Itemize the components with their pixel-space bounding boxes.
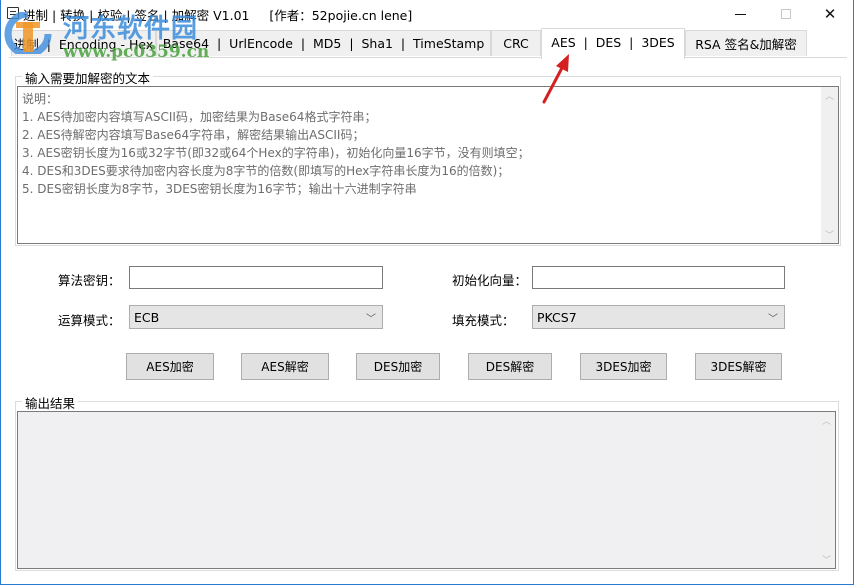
scroll-up-icon[interactable]: ︿ — [821, 87, 838, 104]
tab-encoding-hex[interactable]: 进制 | Encoding - Hex — [11, 30, 156, 56]
key-label: 算法密钥： — [58, 273, 121, 288]
padding-select-value: PKCS7 — [537, 309, 577, 325]
button-label: 3DES加密 — [595, 360, 652, 374]
input-group-legend: 输入需要加解密的文本 — [22, 68, 154, 87]
3des-decrypt-button[interactable]: 3DES解密 — [695, 353, 782, 380]
tab-bar: 进制 | Encoding - Hex Base64 | UrlEncode |… — [9, 28, 847, 59]
tab-label: RSA 签名&加解密 — [695, 37, 797, 52]
input-text-line: 5. DES密钥长度为8字节，3DES密钥长度为16字节；输出十六进制字符串 — [22, 182, 417, 196]
mode-select-value: ECB — [134, 309, 160, 325]
input-text-line: 2. AES待解密内容填写Base64字符串，解密结果输出ASCII码； — [22, 128, 365, 142]
button-label: AES解密 — [261, 360, 309, 374]
tab-label: Base64 | UrlEncode | MD5 | Sha1 | TimeSt… — [162, 36, 485, 51]
app-icon — [7, 7, 19, 19]
aes-decrypt-button[interactable]: AES解密 — [241, 353, 329, 380]
button-label: DES加密 — [373, 360, 423, 374]
des-encrypt-button[interactable]: DES加密 — [356, 353, 440, 380]
annotation-arrow-icon — [542, 54, 569, 104]
app-window: 进制 | 转换 | 校验 | 签名 | 加解密 V1.01 [作者：52poji… — [0, 0, 854, 585]
minimize-button[interactable] — [717, 0, 763, 28]
chevron-down-icon: ﹀ — [768, 314, 778, 325]
button-label: DES解密 — [485, 360, 535, 374]
mode-label: 运算模式： — [58, 313, 121, 328]
chevron-down-icon: ﹀ — [366, 314, 376, 325]
key-input[interactable] — [129, 266, 383, 289]
iv-input[interactable] — [532, 266, 785, 289]
scroll-up-icon[interactable]: ︿ — [818, 412, 835, 429]
input-text-line: 4. DES和3DES要求待加密内容长度为8字节的倍数(即填写的Hex字符串长度… — [22, 164, 510, 178]
output-textarea[interactable]: ︿ ﹀ — [17, 411, 836, 569]
des-decrypt-button[interactable]: DES解密 — [468, 353, 552, 380]
tab-label: CRC — [503, 36, 529, 51]
input-textarea[interactable]: 说明： 1. AES待加密内容填写ASCII码，加密结果为Base64格式字符串；… — [17, 86, 839, 244]
tab-label: AES | DES | 3DES — [551, 34, 675, 50]
tab-label: 进制 | Encoding - Hex — [13, 37, 154, 52]
scroll-down-icon[interactable]: ﹀ — [818, 551, 835, 568]
maximize-button[interactable] — [763, 0, 809, 28]
minimize-icon — [734, 13, 746, 15]
input-text-line: 3. AES密钥长度为16或32字节(即32或64个Hex的字符串)，初始化向量… — [22, 146, 530, 160]
input-text-content: 说明： 1. AES待加密内容填写ASCII码，加密结果为Base64格式字符串；… — [22, 90, 818, 198]
mode-select[interactable]: ECB ﹀ — [129, 305, 383, 329]
button-label: 3DES解密 — [710, 360, 767, 374]
scroll-down-icon[interactable]: ﹀ — [821, 226, 838, 243]
maximize-icon — [781, 9, 791, 19]
aes-encrypt-button[interactable]: AES加密 — [126, 353, 214, 380]
close-button[interactable]: ✕ — [807, 0, 853, 28]
button-label: AES加密 — [146, 360, 194, 374]
window-title: 进制 | 转换 | 校验 | 签名 | 加解密 V1.01 [作者：52poji… — [23, 8, 413, 23]
tab-crc[interactable]: CRC — [491, 30, 541, 56]
tab-base64-urlencode-md5-sha1-timestamp[interactable]: Base64 | UrlEncode | MD5 | Sha1 | TimeSt… — [156, 30, 491, 56]
iv-label: 初始化向量： — [452, 273, 528, 288]
3des-encrypt-button[interactable]: 3DES加密 — [580, 353, 667, 380]
padding-label: 填充模式： — [452, 313, 515, 328]
output-group-legend: 输出结果 — [22, 393, 79, 412]
title-bar: 进制 | 转换 | 校验 | 签名 | 加解密 V1.01 [作者：52poji… — [1, 0, 853, 28]
input-text-line: 1. AES待加密内容填写ASCII码，加密结果为Base64格式字符串； — [22, 110, 377, 124]
input-scrollbar[interactable]: ︿ ﹀ — [821, 87, 838, 243]
tab-panel-border — [9, 57, 847, 58]
input-text-line: 说明： — [22, 92, 59, 106]
padding-select[interactable]: PKCS7 ﹀ — [532, 305, 785, 329]
output-scrollbar[interactable]: ︿ ﹀ — [818, 412, 835, 568]
tab-rsa[interactable]: RSA 签名&加解密 — [685, 30, 807, 56]
close-icon: ✕ — [823, 5, 837, 23]
